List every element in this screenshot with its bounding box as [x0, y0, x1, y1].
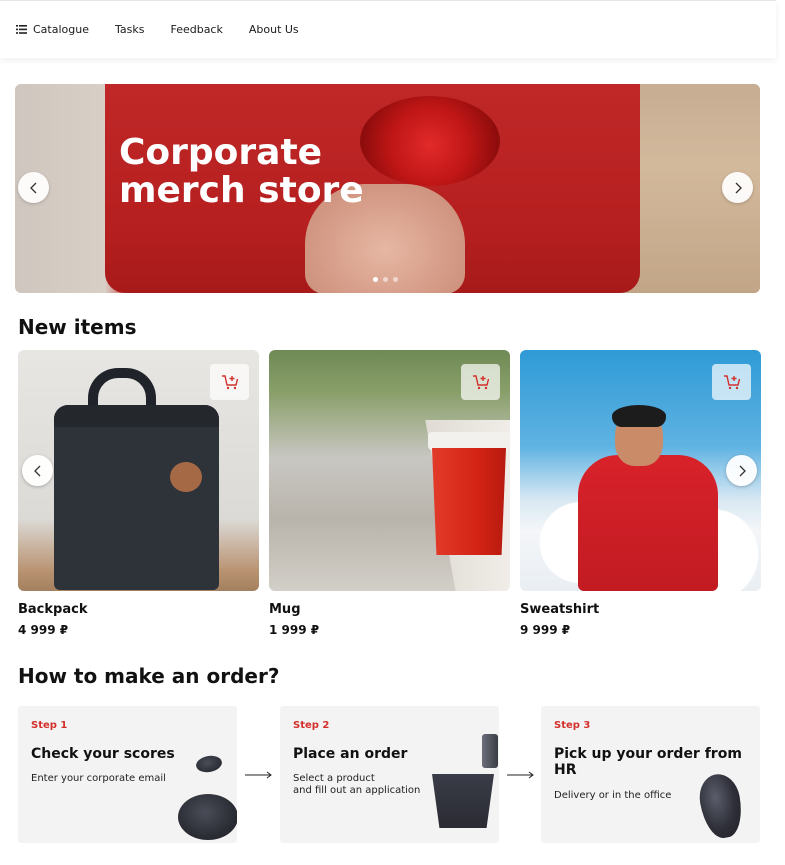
step-title: Check your scores [31, 746, 175, 762]
step-title: Place an order [293, 746, 408, 762]
hero-dot[interactable] [383, 277, 388, 282]
step-description: Enter your corporate email [31, 773, 166, 784]
add-to-cart-icon [723, 375, 740, 390]
add-to-cart-button[interactable] [210, 364, 249, 400]
add-to-cart-button[interactable] [712, 364, 751, 400]
hero-title: Corporate merch store [119, 132, 364, 211]
product-card-mug[interactable]: Mug 1 999 ₽ [269, 350, 510, 637]
order-step-1: Step 1 Check your scores Enter your corp… [18, 706, 237, 843]
step-label: Step 3 [554, 720, 591, 731]
product-image[interactable] [269, 350, 510, 591]
sweatshirt-body [578, 455, 718, 591]
nav-label: Catalogue [33, 23, 89, 36]
add-to-cart-icon [221, 375, 238, 390]
mug-lid [428, 432, 510, 450]
product-price: 4 999 ₽ [18, 623, 69, 637]
step-description: Delivery or in the office [554, 790, 672, 801]
product-price: 9 999 ₽ [520, 623, 571, 637]
hero-banner: Corporate merch store [15, 84, 760, 293]
arrow-right-icon [507, 771, 534, 779]
basket-icon [432, 774, 494, 828]
nav-tasks[interactable]: Tasks [115, 23, 144, 36]
add-to-cart-icon [472, 375, 489, 390]
product-name[interactable]: Mug [269, 602, 510, 617]
order-step-2: Step 2 Place an order Select a product a… [280, 706, 499, 843]
step-title: Pick up your order from HR [554, 746, 742, 778]
step-label: Step 2 [293, 720, 330, 731]
hero-image-rose [360, 96, 500, 186]
products-next-button[interactable] [726, 455, 757, 486]
product-card-sweatshirt[interactable]: Sweatshirt 9 999 ₽ [520, 350, 761, 637]
chevron-left-icon [33, 465, 40, 476]
backpack-body [54, 405, 219, 590]
nav-label: Feedback [170, 23, 223, 36]
coin-icon [178, 794, 237, 840]
product-price: 1 999 ₽ [269, 623, 320, 637]
product-name[interactable]: Backpack [18, 602, 259, 617]
order-step-3: Step 3 Pick up your order from HR Delive… [541, 706, 760, 843]
step-description: Select a product and fill out an applica… [293, 773, 421, 796]
product-image[interactable] [520, 350, 761, 591]
hero-pagination [373, 277, 398, 282]
hero-next-button[interactable] [722, 172, 753, 203]
sweatshirt-model-hair [612, 405, 666, 427]
chevron-right-icon [735, 182, 742, 193]
nav-catalogue[interactable]: Catalogue [16, 23, 89, 36]
chevron-left-icon [29, 182, 36, 193]
product-image[interactable] [18, 350, 259, 591]
nav-about-us[interactable]: About Us [249, 23, 299, 36]
hero-dot[interactable] [373, 277, 378, 282]
mug-cup [432, 448, 506, 555]
list-icon [16, 25, 27, 34]
hero-prev-button[interactable] [18, 172, 49, 203]
chevron-right-icon [739, 465, 746, 476]
nav-label: About Us [248, 23, 299, 36]
backpack-tag [170, 462, 202, 492]
backpack-flap [54, 405, 219, 427]
product-card-backpack[interactable]: Backpack 4 999 ₽ [18, 350, 259, 637]
product-name[interactable]: Sweatshirt [520, 602, 761, 617]
cup-icon [482, 734, 498, 768]
top-nav: Catalogue Tasks Feedback About Us [0, 0, 776, 58]
how-to-order-title: How to make an order? [18, 664, 280, 688]
add-to-cart-button[interactable] [461, 364, 500, 400]
new-items-title: New items [18, 315, 137, 339]
hero-dot[interactable] [393, 277, 398, 282]
arrow-right-icon [245, 771, 272, 779]
products-prev-button[interactable] [22, 455, 53, 486]
step-label: Step 1 [31, 720, 68, 731]
location-pin-icon [695, 771, 747, 841]
nav-label: Tasks [114, 23, 145, 36]
nav-feedback[interactable]: Feedback [170, 23, 222, 36]
